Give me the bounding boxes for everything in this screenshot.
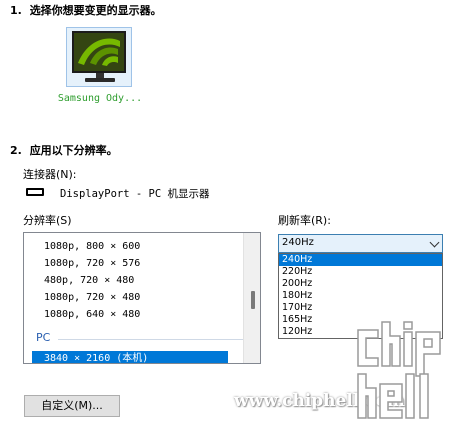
resolution-item-selected[interactable]: 3840 × 2160 (本机) bbox=[32, 351, 228, 363]
resolution-item[interactable]: 1080p, 640 × 480 bbox=[44, 307, 140, 323]
displayport-icon bbox=[26, 188, 44, 196]
connector-value: DisplayPort - PC 机显示器 bbox=[60, 188, 210, 200]
step2-number: 2. bbox=[10, 144, 22, 157]
refresh-option[interactable]: 220Hz bbox=[279, 266, 442, 278]
refresh-option[interactable]: 240Hz bbox=[279, 254, 442, 266]
refresh-option[interactable]: 170Hz bbox=[279, 302, 442, 314]
refresh-rate-value: 240Hz bbox=[282, 237, 314, 248]
step2-heading: 2. 应用以下分辨率。 bbox=[10, 142, 118, 158]
monitor-name: Samsung Ody... bbox=[57, 93, 143, 104]
scrollbar-thumb[interactable] bbox=[251, 291, 255, 309]
resolution-item[interactable]: 480p, 720 × 480 bbox=[44, 273, 134, 289]
refresh-label: 刷新率(R): bbox=[278, 214, 331, 227]
resolution-item[interactable]: 1080p, 800 × 600 bbox=[44, 239, 140, 255]
resolution-group-header: PC bbox=[36, 331, 51, 344]
connector-label: 连接器(N): bbox=[23, 168, 77, 181]
chevron-down-icon bbox=[429, 237, 440, 248]
group-divider bbox=[58, 339, 250, 340]
resolution-item[interactable]: 1080p, 720 × 480 bbox=[44, 290, 140, 306]
chiphell-logo-icon bbox=[352, 318, 462, 423]
resolution-list[interactable]: ˙ 1080p, 800 × 600 1080p, 720 × 576 480p… bbox=[23, 232, 261, 364]
resolution-label: 分辨率(S) bbox=[23, 214, 72, 227]
monitor-tile[interactable] bbox=[66, 27, 132, 87]
list-scrollbar[interactable] bbox=[243, 233, 260, 363]
list-overflow-mark: ˙ bbox=[46, 232, 51, 237]
step1-number: 1. bbox=[10, 4, 22, 17]
resolution-item[interactable]: 1080p, 720 × 576 bbox=[44, 256, 140, 272]
monitor-base-icon bbox=[85, 78, 115, 82]
step1-title: 选择你想要变更的显示器。 bbox=[29, 4, 162, 17]
nvidia-logo-icon bbox=[72, 31, 126, 73]
refresh-option[interactable]: 200Hz bbox=[279, 278, 442, 290]
step1-heading: 1. 选择你想要变更的显示器。 bbox=[10, 2, 162, 18]
refresh-rate-combobox[interactable]: 240Hz bbox=[278, 234, 443, 253]
custom-resolution-button[interactable]: 自定义(M)... bbox=[24, 395, 120, 417]
step2-title: 应用以下分辨率。 bbox=[29, 144, 118, 157]
refresh-option[interactable]: 180Hz bbox=[279, 290, 442, 302]
